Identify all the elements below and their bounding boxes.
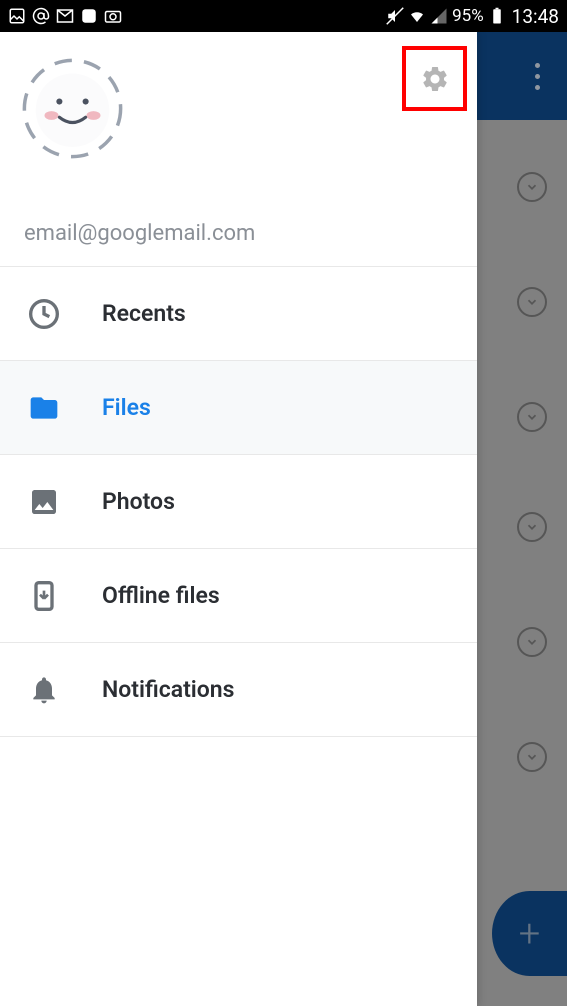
status-icons-left (8, 7, 122, 25)
status-bar: 95% 13:48 (0, 0, 567, 32)
nav-label: Notifications (102, 676, 234, 703)
nav-label: Files (102, 394, 151, 421)
bell-icon (28, 674, 60, 706)
nav-item-notifications[interactable]: Notifications (0, 643, 477, 737)
nav-list: Recents Files Photos Offline files Notif… (0, 266, 477, 737)
battery-percent: 95% (452, 6, 484, 26)
avatar[interactable] (20, 56, 125, 161)
signal-icon (430, 7, 448, 25)
wifi-icon (408, 7, 426, 25)
status-icons-right: 95% 13:48 (386, 5, 559, 28)
clock-time: 13:48 (512, 5, 559, 28)
at-icon (32, 7, 50, 25)
nav-label: Recents (102, 300, 186, 327)
nav-item-files[interactable]: Files (0, 361, 477, 455)
app-icon (80, 7, 98, 25)
image-icon (28, 486, 60, 518)
clock-icon (28, 298, 60, 330)
folder-icon (28, 392, 60, 424)
navigation-drawer: email@googlemail.com Recents Files Photo… (0, 32, 477, 1006)
download-file-icon (28, 580, 60, 612)
account-email[interactable]: email@googlemail.com (20, 221, 457, 246)
nav-item-recents[interactable]: Recents (0, 267, 477, 361)
camera-icon (104, 7, 122, 25)
settings-highlight (402, 46, 467, 111)
picture-icon (8, 7, 26, 25)
mute-icon (386, 7, 404, 25)
nav-item-photos[interactable]: Photos (0, 455, 477, 549)
nav-label: Photos (102, 488, 175, 515)
mail-icon (56, 7, 74, 25)
nav-label: Offline files (102, 582, 220, 609)
drawer-scrim[interactable] (477, 32, 567, 1006)
battery-icon (488, 7, 506, 25)
gear-icon[interactable] (420, 64, 450, 94)
nav-item-offline[interactable]: Offline files (0, 549, 477, 643)
drawer-header: email@googlemail.com (0, 32, 477, 266)
